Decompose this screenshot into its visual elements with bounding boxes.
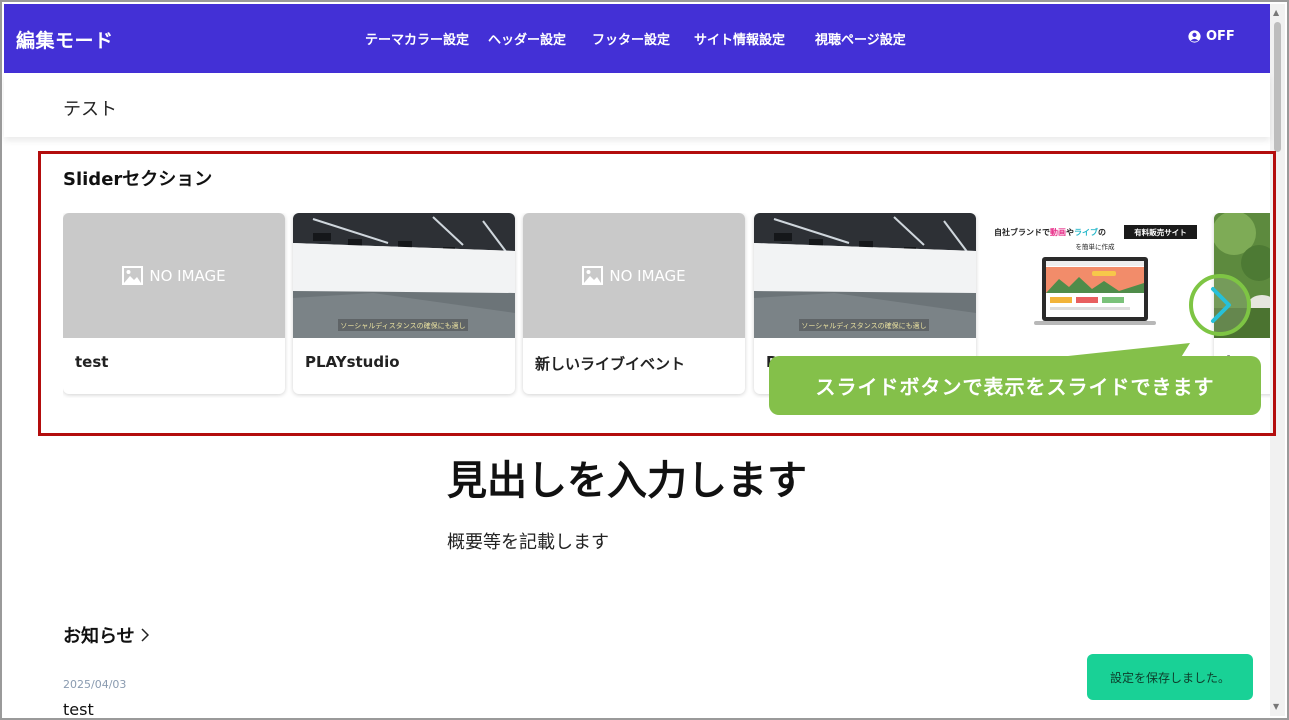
slider-card[interactable]: NO IMAGE 新しいライブイベント bbox=[523, 213, 745, 394]
chevron-right-icon bbox=[1211, 287, 1231, 323]
promo-text-live: ライブ bbox=[1074, 227, 1098, 237]
svg-text:自社ブランドで動画やライブの: 自社ブランドで動画やライブの bbox=[994, 227, 1106, 237]
edit-settings-nav: テーマカラー設定 ヘッダー設定 フッター設定 サイト情報設定 視聴ページ設定 bbox=[4, 4, 1270, 73]
site-header: テスト bbox=[4, 73, 1270, 137]
news-date: 2025/04/03 bbox=[63, 678, 127, 691]
site-title[interactable]: テスト bbox=[63, 95, 117, 121]
news-title: お知らせ bbox=[63, 626, 135, 647]
promo-text-video: 動画 bbox=[1050, 227, 1066, 237]
promo-image: 自社ブランドで動画やライブの 有料販売サイト を簡単に作成 bbox=[984, 213, 1206, 338]
nav-site-info-settings[interactable]: サイト情報設定 bbox=[694, 29, 785, 48]
slider-card-label: PLAYstudio bbox=[305, 353, 400, 371]
user-circle-icon bbox=[1188, 30, 1201, 43]
slider-next-button[interactable] bbox=[1189, 274, 1251, 336]
slider-card[interactable]: ソーシャルディスタンスの確保にも適し PLAYstudio bbox=[293, 213, 515, 394]
promo-text-prefix: 自社ブランドで bbox=[994, 227, 1050, 237]
slider-card[interactable]: NO IMAGE test bbox=[63, 213, 285, 394]
promo-text-suffix: の bbox=[1098, 228, 1106, 237]
chevron-right-icon bbox=[141, 628, 149, 642]
news-section-link[interactable]: お知らせ bbox=[63, 622, 149, 648]
scrollbar-thumb[interactable] bbox=[1274, 22, 1281, 152]
scroll-down-icon[interactable]: ▼ bbox=[1273, 702, 1279, 711]
studio-photo-drawing: ソーシャルディスタンスの確保にも適し bbox=[754, 213, 976, 338]
vertical-scrollbar[interactable]: ▲ ▼ bbox=[1270, 4, 1285, 716]
edit-mode-bar: 編集モード テーマカラー設定 ヘッダー設定 フッター設定 サイト情報設定 視聴ペ… bbox=[4, 4, 1270, 73]
slider-section-title: Sliderセクション bbox=[63, 169, 213, 190]
studio-image: ソーシャルディスタンスの確保にも適し bbox=[293, 213, 515, 338]
promo-subtext: を簡単に作成 bbox=[1076, 242, 1116, 251]
scroll-up-icon[interactable]: ▲ bbox=[1273, 8, 1279, 17]
nav-footer-settings[interactable]: フッター設定 bbox=[592, 29, 670, 48]
studio-photo-drawing: ソーシャルディスタンスの確保にも適し bbox=[293, 213, 515, 338]
promo-drawing: 自社ブランドで動画やライブの 有料販売サイト を簡単に作成 bbox=[984, 213, 1206, 338]
no-image-placeholder: NO IMAGE bbox=[523, 213, 745, 338]
edit-mode-toggle[interactable]: OFF bbox=[1188, 29, 1235, 44]
promo-text-mid: や bbox=[1066, 227, 1074, 237]
image-icon bbox=[582, 266, 604, 285]
promo-badge: 有料販売サイト bbox=[1134, 227, 1187, 237]
studio-caption: ソーシャルディスタンスの確保にも適し bbox=[340, 321, 465, 330]
slider-card-label: 新しいライブイベント bbox=[535, 355, 686, 373]
hero-subtitle: 概要等を記載します bbox=[447, 532, 609, 553]
nav-viewing-page-settings[interactable]: 視聴ページ設定 bbox=[815, 29, 906, 48]
news-item-title[interactable]: test bbox=[63, 700, 94, 719]
image-icon bbox=[122, 266, 144, 285]
nav-theme-color-settings[interactable]: テーマカラー設定 bbox=[365, 29, 469, 48]
studio-image: ソーシャルディスタンスの確保にも適し bbox=[754, 213, 976, 338]
hero-heading: 見出しを入力します bbox=[447, 458, 807, 504]
nav-header-settings[interactable]: ヘッダー設定 bbox=[488, 29, 566, 48]
studio-caption: ソーシャルディスタンスの確保にも適し bbox=[801, 321, 926, 330]
edit-mode-toggle-label: OFF bbox=[1206, 29, 1235, 44]
save-toast: 設定を保存しました。 bbox=[1087, 654, 1253, 700]
slider-card-label: test bbox=[75, 353, 109, 371]
slider-hint-callout: スライドボタンで表示をスライドできます bbox=[769, 356, 1261, 415]
no-image-text: NO IMAGE bbox=[149, 266, 226, 285]
no-image-text: NO IMAGE bbox=[609, 266, 686, 285]
no-image-placeholder: NO IMAGE bbox=[63, 213, 285, 338]
